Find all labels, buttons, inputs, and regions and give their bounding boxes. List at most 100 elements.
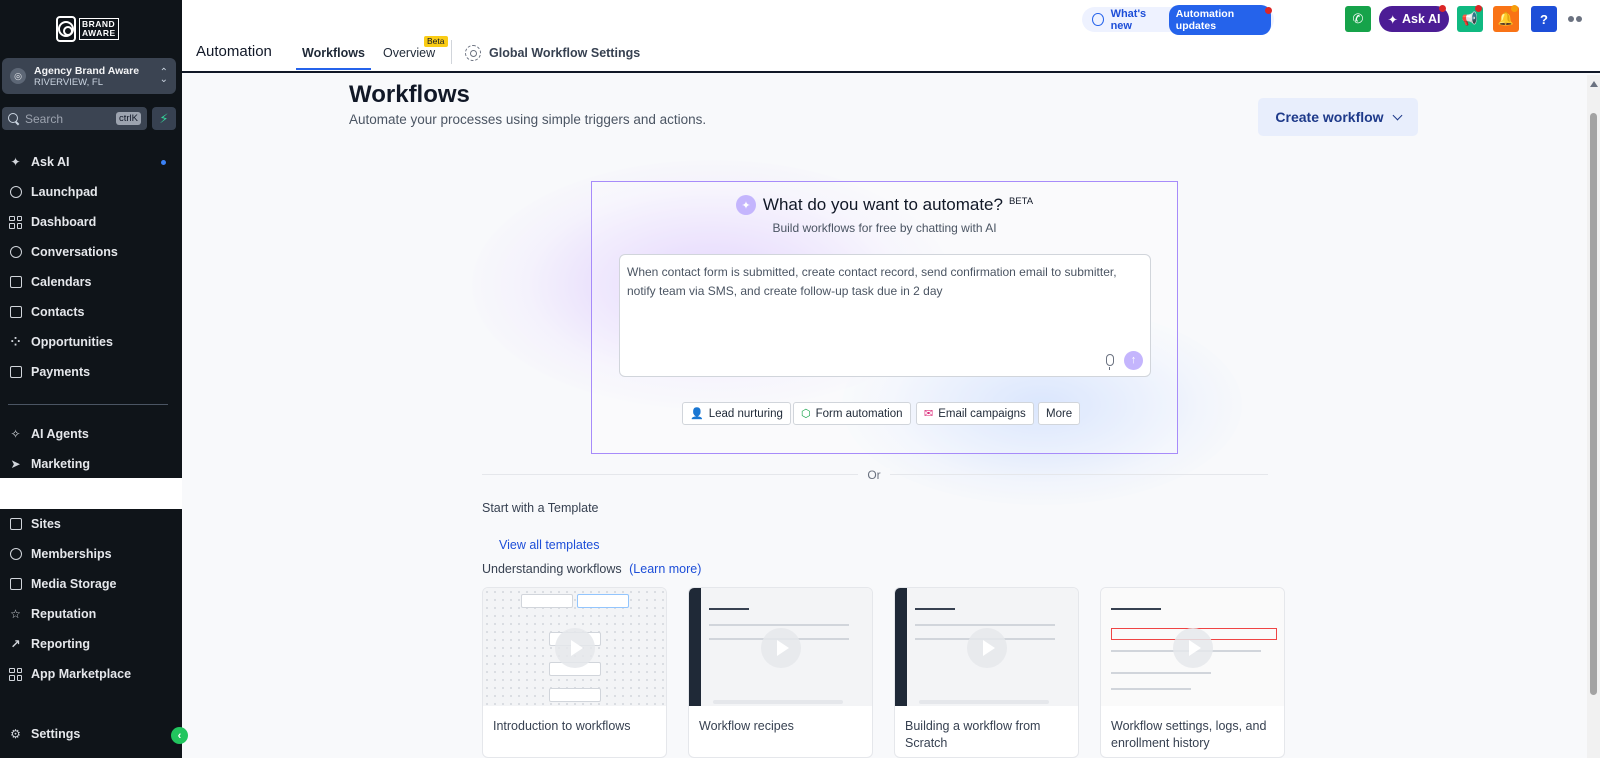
thumb-line (709, 624, 849, 626)
sidebar-search[interactable]: Search ctrlK (2, 107, 147, 130)
gear-icon (465, 45, 481, 61)
brand-logo[interactable]: BRAND AWARE (56, 14, 119, 44)
sidebar-item-ai-agents[interactable]: ✧ AI Agents (8, 424, 89, 444)
announcements-button[interactable]: 📢 (1457, 5, 1483, 32)
video-card-title: Introduction to workflows (493, 719, 631, 733)
sidebar-item-label: Media Storage (31, 577, 117, 591)
learn-more-link[interactable]: (Learn more) (629, 562, 701, 576)
play-icon[interactable] (1173, 628, 1213, 668)
scroll-up-arrow[interactable] (1590, 81, 1598, 87)
chevron-left-icon: ‹ (177, 729, 182, 742)
sidebar-item-reporting[interactable]: ↗ Reporting (8, 634, 90, 654)
ai-panel-title: What do you want to automate? (762, 195, 1003, 214)
ask-ai-button[interactable]: ✦ Ask AI (1379, 5, 1449, 32)
chevron-down-icon (1392, 110, 1403, 120)
thumb-line (915, 608, 955, 610)
sidebar-item-reputation[interactable]: ☆ Reputation (8, 604, 96, 624)
understanding-heading: Understanding workflows (Learn more) (482, 562, 701, 576)
tab-separator (451, 40, 452, 64)
active-tab-indicator (296, 68, 371, 70)
video-card-scratch[interactable]: Building a workflow from Scratch (894, 587, 1079, 758)
person-icon: 👤 (690, 408, 704, 420)
create-workflow-button[interactable]: Create workflow (1258, 98, 1418, 136)
create-workflow-label: Create workflow (1275, 109, 1384, 125)
play-icon[interactable] (967, 628, 1007, 668)
thumb-line (709, 608, 749, 610)
video-thumbnail (1101, 588, 1284, 706)
phone-button[interactable]: ✆ (1345, 6, 1371, 32)
video-card-recipes[interactable]: Workflow recipes (688, 587, 873, 758)
sidebar-item-media-storage[interactable]: Media Storage (8, 574, 116, 594)
megaphone-icon: 📢 (1461, 11, 1479, 26)
globe-icon (8, 517, 23, 532)
sidebar-item-label: Dashboard (31, 215, 97, 229)
user-menu-icon[interactable] (1568, 13, 1586, 25)
help-icon: ? (1540, 11, 1548, 27)
sidebar-item-launchpad[interactable]: Launchpad (8, 182, 98, 202)
mail-icon: ✉ (924, 408, 934, 420)
sidebar-item-opportunities[interactable]: ⁘ Opportunities (8, 332, 113, 352)
play-icon[interactable] (761, 628, 801, 668)
trend-icon: ↗ (10, 637, 21, 651)
search-shortcut: ctrlK (116, 112, 141, 125)
sidebar-item-label: Reputation (31, 607, 97, 621)
sidebar-item-conversations[interactable]: Conversations (8, 242, 118, 262)
sidebar-item-label: Sites (31, 517, 61, 531)
tab-global-workflow-settings[interactable]: Global Workflow Settings (465, 45, 640, 61)
help-button[interactable]: ? (1531, 6, 1557, 32)
sidebar-item-label: Conversations (31, 245, 118, 259)
whats-new-label: What's new (1110, 7, 1147, 32)
sidebar-item-calendars[interactable]: Calendars (8, 272, 91, 292)
video-thumbnail (895, 588, 1078, 706)
tab-workflows[interactable]: Workflows (302, 46, 365, 60)
sidebar-item-ask-ai[interactable]: ✦ Ask AI (8, 152, 69, 172)
ai-agent-icon: ✧ (10, 427, 21, 441)
contacts-icon (8, 305, 23, 320)
account-switcher[interactable]: ◎ Agency Brand Aware RIVERVIEW, FL ⌃ ⌄ (2, 58, 176, 94)
ai-prompt-input[interactable]: When contact form is submitted, create c… (619, 254, 1151, 377)
video-thumbnail (689, 588, 872, 706)
sidebar-item-contacts[interactable]: Contacts (8, 302, 84, 322)
sidebar-item-payments[interactable]: Payments (8, 362, 90, 382)
send-prompt-button[interactable]: ↑ (1124, 351, 1143, 370)
sidebar: BRAND AWARE ◎ Agency Brand Aware RIVERVI… (0, 0, 182, 758)
sidebar-item-memberships[interactable]: Memberships (8, 544, 112, 564)
sidebar-item-app-marketplace[interactable]: App Marketplace (8, 664, 131, 684)
sidebar-item-label: Contacts (31, 305, 85, 319)
play-icon[interactable] (555, 628, 595, 668)
sidebar-item-sites[interactable]: Sites (8, 514, 61, 534)
page-title: Workflows (349, 81, 470, 108)
sidebar-item-label: AI Agents (31, 427, 89, 441)
scroll-thumb[interactable] (1590, 113, 1597, 695)
thumb-node (521, 594, 573, 608)
sidebar-item-label: Calendars (31, 275, 92, 289)
chip-lead-nurturing[interactable]: 👤 Lead nurturing (682, 402, 791, 425)
view-all-templates-link[interactable]: View all templates (499, 538, 600, 552)
sidebar-item-settings[interactable]: ⚙ Settings (8, 724, 80, 744)
chip-email-campaigns[interactable]: ✉ Email campaigns (916, 402, 1034, 425)
cube-icon: ⬡ (801, 408, 811, 420)
whats-new-banner[interactable]: What's new Automation updates (1082, 4, 1274, 35)
sidebar-item-label: App Marketplace (31, 667, 132, 681)
sidebar-item-marketing[interactable]: ➤ Marketing (8, 454, 90, 474)
sidebar-item-label: Opportunities (31, 335, 113, 349)
thumb-node (577, 594, 629, 608)
automation-updates-pill[interactable]: Automation updates (1168, 4, 1271, 35)
vertical-scrollbar[interactable] (1587, 75, 1600, 758)
sidebar-item-label: Memberships (31, 547, 112, 561)
chip-more[interactable]: More (1038, 402, 1081, 425)
notifications-button[interactable]: 🔔 (1493, 5, 1519, 32)
thumb-line (1111, 672, 1211, 674)
funnel-icon: ⁘ (10, 335, 21, 349)
sidebar-item-dashboard[interactable]: Dashboard (8, 212, 96, 232)
chip-form-automation[interactable]: ⬡ Form automation (793, 402, 911, 425)
video-card-settings-logs[interactable]: Workflow settings, logs, and enrollment … (1100, 587, 1285, 758)
quick-actions-button[interactable]: ⚡ (152, 107, 176, 130)
notification-dot (1511, 5, 1518, 12)
video-card-title: Building a workflow from Scratch (905, 719, 1041, 750)
video-card-intro[interactable]: Introduction to workflows (482, 587, 667, 758)
microphone-icon[interactable] (1106, 354, 1114, 370)
tab-overview[interactable]: Overview (383, 46, 435, 60)
ai-panel-subtitle: Build workflows for free by chatting wit… (772, 221, 997, 235)
announcement-icon (1092, 13, 1104, 26)
